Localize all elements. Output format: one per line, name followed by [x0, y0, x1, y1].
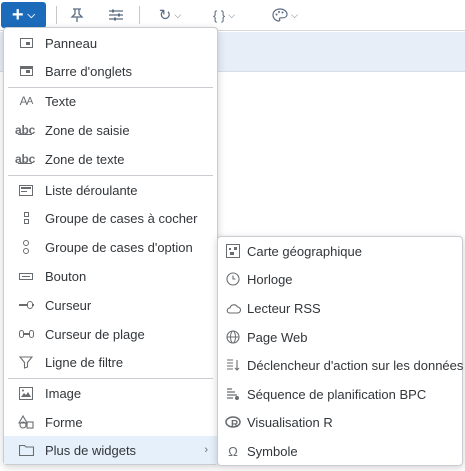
filter-icon: [18, 354, 34, 370]
menu-item-filter-line[interactable]: Ligne de filtre: [4, 348, 217, 376]
braces-icon: { }: [212, 7, 226, 23]
submenu-item-clock[interactable]: Horloge: [218, 265, 462, 293]
svg-text:R: R: [231, 419, 239, 429]
toolbar-separator: [56, 6, 57, 24]
cloud-icon: [225, 300, 241, 316]
theme-button[interactable]: ⌵: [268, 3, 302, 27]
pin-icon: [70, 8, 84, 22]
submenu-item-data-action-trigger[interactable]: Déclencheur d'action sur les données: [218, 351, 463, 379]
menu-item-input-field[interactable]: abc Zone de saisie: [4, 116, 217, 144]
symbol-icon: Ω: [228, 443, 238, 459]
submenu-item-geo-map[interactable]: Carte géographique: [218, 237, 462, 265]
menu-item-checkbox-group[interactable]: Groupe de cases à cocher: [4, 204, 217, 232]
image-icon: [18, 385, 34, 401]
clock-icon: [225, 271, 241, 287]
submenu-item-rss-reader[interactable]: Lecteur RSS: [218, 294, 462, 322]
more-widgets-submenu: Carte géographique Horloge Lecteur RSS P…: [217, 236, 463, 466]
shape-icon: [18, 414, 34, 430]
menu-item-button[interactable]: Bouton: [4, 262, 217, 290]
menu-item-radio-group[interactable]: Groupe de cases d'option: [4, 233, 217, 261]
plus-icon: +: [11, 3, 24, 26]
refresh-button[interactable]: ↻ ⌵: [153, 3, 187, 27]
pin-button[interactable]: [67, 3, 87, 27]
submenu-item-bpc-sequence[interactable]: Séquence de planification BPC: [218, 380, 462, 408]
palette-icon: [272, 8, 288, 22]
chevron-down-icon: ⌵: [27, 9, 36, 21]
menu-item-dropdown[interactable]: Liste déroulante: [4, 176, 217, 204]
globe-icon: [225, 329, 241, 345]
menu-item-shape[interactable]: Forme: [4, 408, 217, 436]
add-widget-button[interactable]: + ⌵: [1, 2, 46, 28]
submenu-item-r-visualization[interactable]: R Visualisation R: [218, 408, 462, 436]
chevron-down-icon: ⌵: [174, 9, 182, 20]
text-area-icon: abc: [14, 151, 36, 166]
menu-item-image[interactable]: Image: [4, 379, 217, 407]
range-slider-icon: [18, 326, 34, 342]
chevron-right-icon: ›: [204, 444, 208, 456]
r-visualization-icon: R: [225, 414, 241, 430]
add-widget-menu: Panneau Barre d'onglets AA Texte abc Zon…: [3, 27, 218, 465]
chevron-down-icon: ⌵: [291, 9, 298, 20]
checkbox-group-icon: [18, 210, 34, 226]
script-button[interactable]: { } ⌵: [206, 3, 242, 27]
tabstrip-icon: [18, 63, 34, 79]
menu-item-text[interactable]: AA Texte: [4, 87, 217, 115]
input-field-icon: abc: [14, 122, 36, 137]
chevron-down-icon: ⌵: [228, 9, 236, 20]
dropdown-icon: [18, 182, 34, 198]
menu-item-range-slider[interactable]: Curseur de plage: [4, 320, 217, 348]
menu-item-panel[interactable]: Panneau: [4, 29, 217, 57]
toolbar-separator: [139, 6, 140, 24]
refresh-icon: ↻: [158, 7, 172, 24]
slider-icon: [18, 297, 34, 313]
menu-item-text-area[interactable]: abc Zone de texte: [4, 145, 217, 173]
submenu-item-web-page[interactable]: Page Web: [218, 323, 462, 351]
filter-button[interactable]: [106, 3, 126, 27]
geo-map-icon: [225, 243, 241, 259]
text-icon: AA: [19, 94, 34, 108]
submenu-item-symbol[interactable]: Ω Symbole: [218, 437, 462, 465]
data-action-icon: [225, 357, 241, 373]
button-icon: [18, 268, 34, 284]
bpc-sequence-icon: [225, 386, 241, 402]
sliders-icon: [109, 9, 123, 21]
menu-item-tabstrip[interactable]: Barre d'onglets: [4, 57, 217, 85]
panel-icon: [18, 35, 34, 51]
radio-group-icon: [18, 239, 34, 255]
menu-item-slider[interactable]: Curseur: [4, 291, 217, 319]
folder-icon: [18, 442, 34, 458]
menu-item-more-widgets[interactable]: Plus de widgets ›: [4, 436, 217, 464]
